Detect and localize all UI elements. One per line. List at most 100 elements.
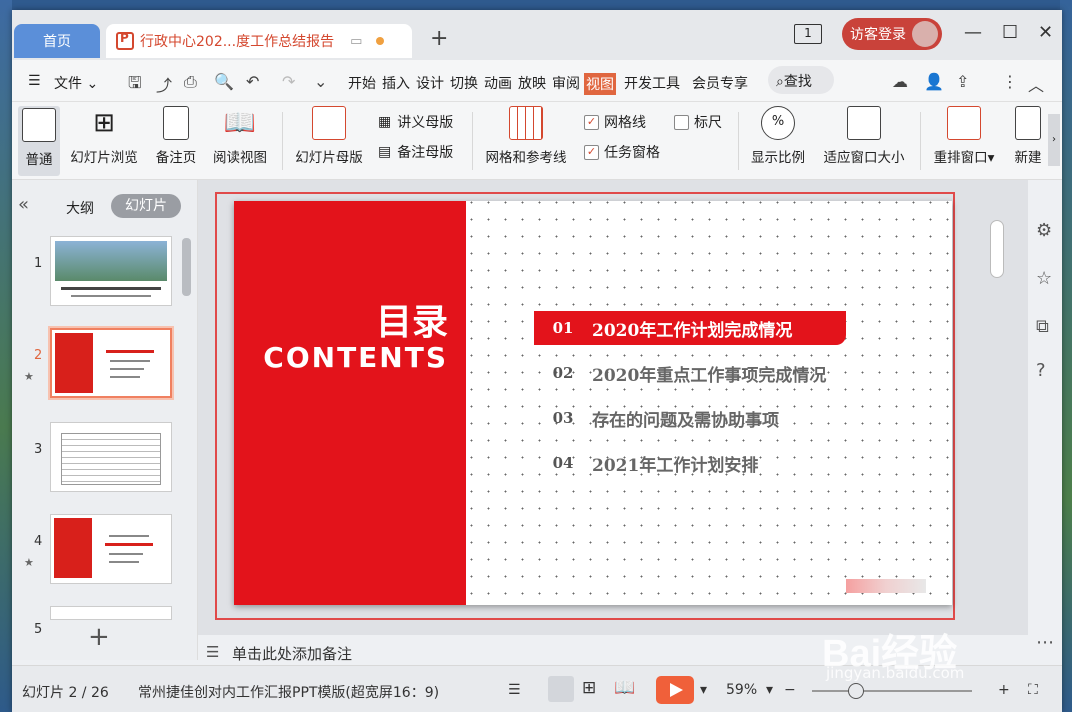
new-window-label: 新建 (1014, 150, 1042, 166)
zoom-button[interactable]: % 显示比例 (746, 106, 810, 166)
print-preview-icon[interactable]: 🔍 (214, 72, 234, 91)
toc-item[interactable]: 02 2020年重点工作事项完成情况 (534, 356, 846, 390)
panel-scrollbar[interactable] (182, 238, 191, 296)
notes-master-button[interactable]: ▤ 备注母版 (378, 142, 453, 162)
window-count-badge[interactable]: 1 (794, 24, 822, 44)
slide-browse-button[interactable]: ⊞ 幻灯片浏览 (64, 106, 144, 166)
slide-title[interactable]: 目录 (376, 293, 448, 345)
ribbon-scroll-right-icon[interactable]: › (1048, 114, 1060, 166)
search-button[interactable]: ⌕查找 (768, 66, 834, 94)
grid-guides-button[interactable]: 网格和参考线 (480, 106, 572, 166)
slide-thumbnail-1[interactable] (50, 236, 172, 306)
slide-panel: « 大纲 幻灯片 1 2 ★ 3 4 ★ 5 + (12, 180, 198, 660)
tab-slides[interactable]: 幻灯片 (111, 194, 181, 218)
export-icon[interactable]: ⇪ (956, 72, 969, 91)
thumbnail-line (110, 376, 140, 378)
slide-subtitle[interactable]: CONTENTS (263, 341, 448, 374)
new-window-button[interactable]: 新建 (1008, 106, 1048, 166)
login-label: 访客登录 (850, 27, 906, 43)
menu-file[interactable]: 文件 ⌄ (54, 73, 98, 93)
cloud-icon[interactable]: ☁ (892, 72, 908, 91)
print-icon[interactable]: ⎙ (184, 72, 197, 92)
minimize-icon[interactable]: — (964, 22, 982, 43)
notes-page-button[interactable]: 备注页 (150, 106, 202, 166)
normal-view-status-icon[interactable] (548, 676, 574, 702)
menu-design[interactable]: 设计 (416, 73, 444, 93)
template-name[interactable]: 常州捷佳创对内工作汇报PPT模版(超宽屏16：9) (138, 682, 439, 702)
normal-view-label: 普通 (25, 152, 53, 168)
hamburger-icon[interactable]: ☰ (28, 73, 41, 89)
slide-browse-label: 幻灯片浏览 (70, 150, 138, 166)
close-icon[interactable]: ✕ (1038, 22, 1053, 43)
tab-document[interactable]: 行政中心202...度工作总结报告 ▭ (106, 24, 412, 58)
rearrange-window-button[interactable]: 重排窗口▾ (928, 106, 1000, 166)
undo-icon[interactable]: ↶ (246, 72, 259, 91)
menu-slideshow[interactable]: 放映 (518, 73, 546, 93)
notes-toggle-icon[interactable]: ☰ (508, 682, 521, 698)
add-slide-plus-icon[interactable]: + (88, 622, 110, 652)
menu-transition[interactable]: 切换 (450, 73, 478, 93)
properties-icon[interactable]: ⚙ (1036, 220, 1052, 241)
reading-view-button[interactable]: 📖 阅读视图 (208, 106, 272, 166)
task-pane-checkbox[interactable]: ✓ 任务窗格 (584, 142, 660, 162)
menu-member[interactable]: 会员专享 (692, 73, 748, 93)
slide-master-button[interactable]: 幻灯片母版 (290, 106, 368, 166)
canvas-scrollbar[interactable] (990, 220, 1004, 278)
save-icon[interactable]: 🖫 (128, 72, 142, 99)
slide-sorter-icon[interactable]: ⊞ (582, 678, 596, 698)
play-slideshow-button[interactable] (656, 676, 694, 704)
slide-thumbnail-2[interactable] (48, 326, 174, 400)
thumbnail-number: 2 (34, 348, 43, 363)
tab-home[interactable]: 首页 (14, 24, 100, 58)
collaborate-icon[interactable]: 👤 (924, 72, 944, 91)
zoom-in-icon[interactable]: + (998, 682, 1010, 698)
ruler-checkbox[interactable]: 标尺 (674, 112, 722, 132)
zoom-slider[interactable] (812, 690, 972, 692)
handout-master-button[interactable]: ▦ 讲义母版 (378, 112, 453, 132)
slide-thumbnail-5[interactable] (50, 606, 172, 620)
more-options-icon[interactable]: ⋯ (1036, 632, 1054, 653)
tab-outline[interactable]: 大纲 (66, 198, 94, 218)
redo-icon[interactable]: ↷ (282, 72, 295, 91)
slide-switch-icon[interactable]: ⧉ (1036, 316, 1049, 337)
zoom-slider-knob[interactable] (848, 683, 864, 699)
slide-thumbnail-4[interactable] (50, 514, 172, 584)
zoom-level[interactable]: 59% (726, 682, 757, 698)
toc-item[interactable]: 03 存在的问题及需协助事项 (534, 401, 846, 435)
login-button[interactable]: 访客登录 (842, 18, 942, 50)
menu-developer[interactable]: 开发工具 (624, 73, 680, 93)
zoom-dropdown-chevron-icon[interactable]: ▾ (766, 682, 773, 698)
more-icon[interactable]: ⋮ (1002, 72, 1018, 91)
monitor-icon[interactable]: ▭ (350, 34, 362, 49)
gridlines-checkbox[interactable]: ✓ 网格线 (584, 112, 646, 132)
play-options-chevron-icon[interactable]: ▾ (700, 682, 707, 698)
fit-window-button[interactable]: 适应窗口大小 (816, 106, 912, 166)
normal-view-button[interactable]: 普通 (18, 106, 60, 176)
menu-animation[interactable]: 动画 (484, 73, 512, 93)
reading-view-icon[interactable]: 📖 (614, 678, 635, 698)
maximize-icon[interactable]: ☐ (1002, 22, 1018, 43)
slide[interactable]: 目录 CONTENTS 01 2020年工作计划完成情况 02 2020年重点工… (234, 201, 952, 605)
toc-item[interactable]: 04 2021年工作计划安排 (534, 446, 846, 480)
collapse-ribbon-icon[interactable]: ︿ (1028, 72, 1044, 96)
new-tab-plus-icon[interactable]: + (430, 26, 448, 51)
slide-logo-blurred (846, 579, 926, 593)
menu-insert[interactable]: 插入 (382, 73, 410, 93)
thumbnail-line (105, 543, 153, 546)
menu-view[interactable]: 视图 (584, 73, 616, 95)
menu-review[interactable]: 审阅 (552, 73, 580, 93)
collapse-panel-icon[interactable]: « (18, 194, 29, 215)
desktop-background-left (0, 0, 12, 712)
notes-master-label: 备注母版 (397, 145, 454, 161)
checkbox-checked-icon: ✓ (584, 144, 599, 160)
star-icon[interactable]: ☆ (1036, 268, 1052, 289)
customize-dropdown-icon[interactable]: ⌄ (314, 72, 327, 91)
notes-placeholder[interactable]: 单击此处添加备注 (232, 643, 352, 664)
toc-item[interactable]: 01 2020年工作计划完成情况 (534, 311, 846, 345)
menu-start[interactable]: 开始 (348, 73, 376, 93)
help-icon[interactable]: ? (1036, 360, 1046, 381)
zoom-out-icon[interactable]: − (784, 682, 796, 698)
slide-thumbnail-3[interactable] (50, 422, 172, 492)
share-icon[interactable]: ⤴ (156, 72, 172, 96)
fullscreen-icon[interactable]: ⛶ (1028, 682, 1038, 698)
